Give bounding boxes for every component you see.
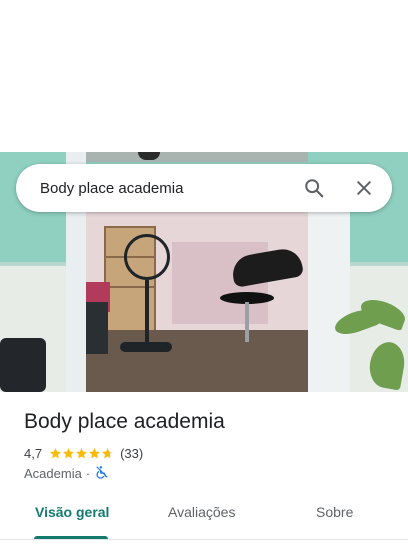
photo-fan [124,234,170,280]
tab-about[interactable]: Sobre [316,504,353,520]
rating-row[interactable]: 4,7 (33) [24,444,143,462]
star-icon [63,447,74,458]
tab-reviews[interactable]: Avaliações [168,504,235,520]
tabs-divider [0,539,408,540]
star-icon [102,447,113,458]
tab-bar: Visão geral Avaliações Sobre [0,500,408,544]
photo-stool-pole [245,302,249,342]
separator: · [85,465,91,481]
photo-door-frame-right [308,208,350,392]
star-icon [76,447,87,458]
photo-dark-chair [84,302,108,354]
photo-fan-base [120,342,172,352]
photo-floor [86,330,308,392]
tab-overview[interactable]: Visão geral [35,504,109,520]
photo-chair [0,338,46,392]
rating-stars [49,447,114,460]
no-wheelchair-icon [95,465,109,482]
close-icon[interactable] [346,170,382,206]
star-icon [89,447,100,458]
category-row: Academia · [24,464,109,482]
photo-fan-pole [145,280,149,344]
search-bar[interactable]: Body place academia [16,164,392,212]
star-icon [50,447,61,458]
place-category[interactable]: Academia [24,466,82,481]
reviews-count[interactable]: (33) [120,446,143,461]
search-icon[interactable] [296,170,332,206]
rating-value: 4,7 [24,445,43,461]
blank-area [0,0,408,152]
photo-top-strip [86,152,308,162]
place-title: Body place academia [24,410,225,433]
search-input[interactable]: Body place academia [40,180,296,197]
